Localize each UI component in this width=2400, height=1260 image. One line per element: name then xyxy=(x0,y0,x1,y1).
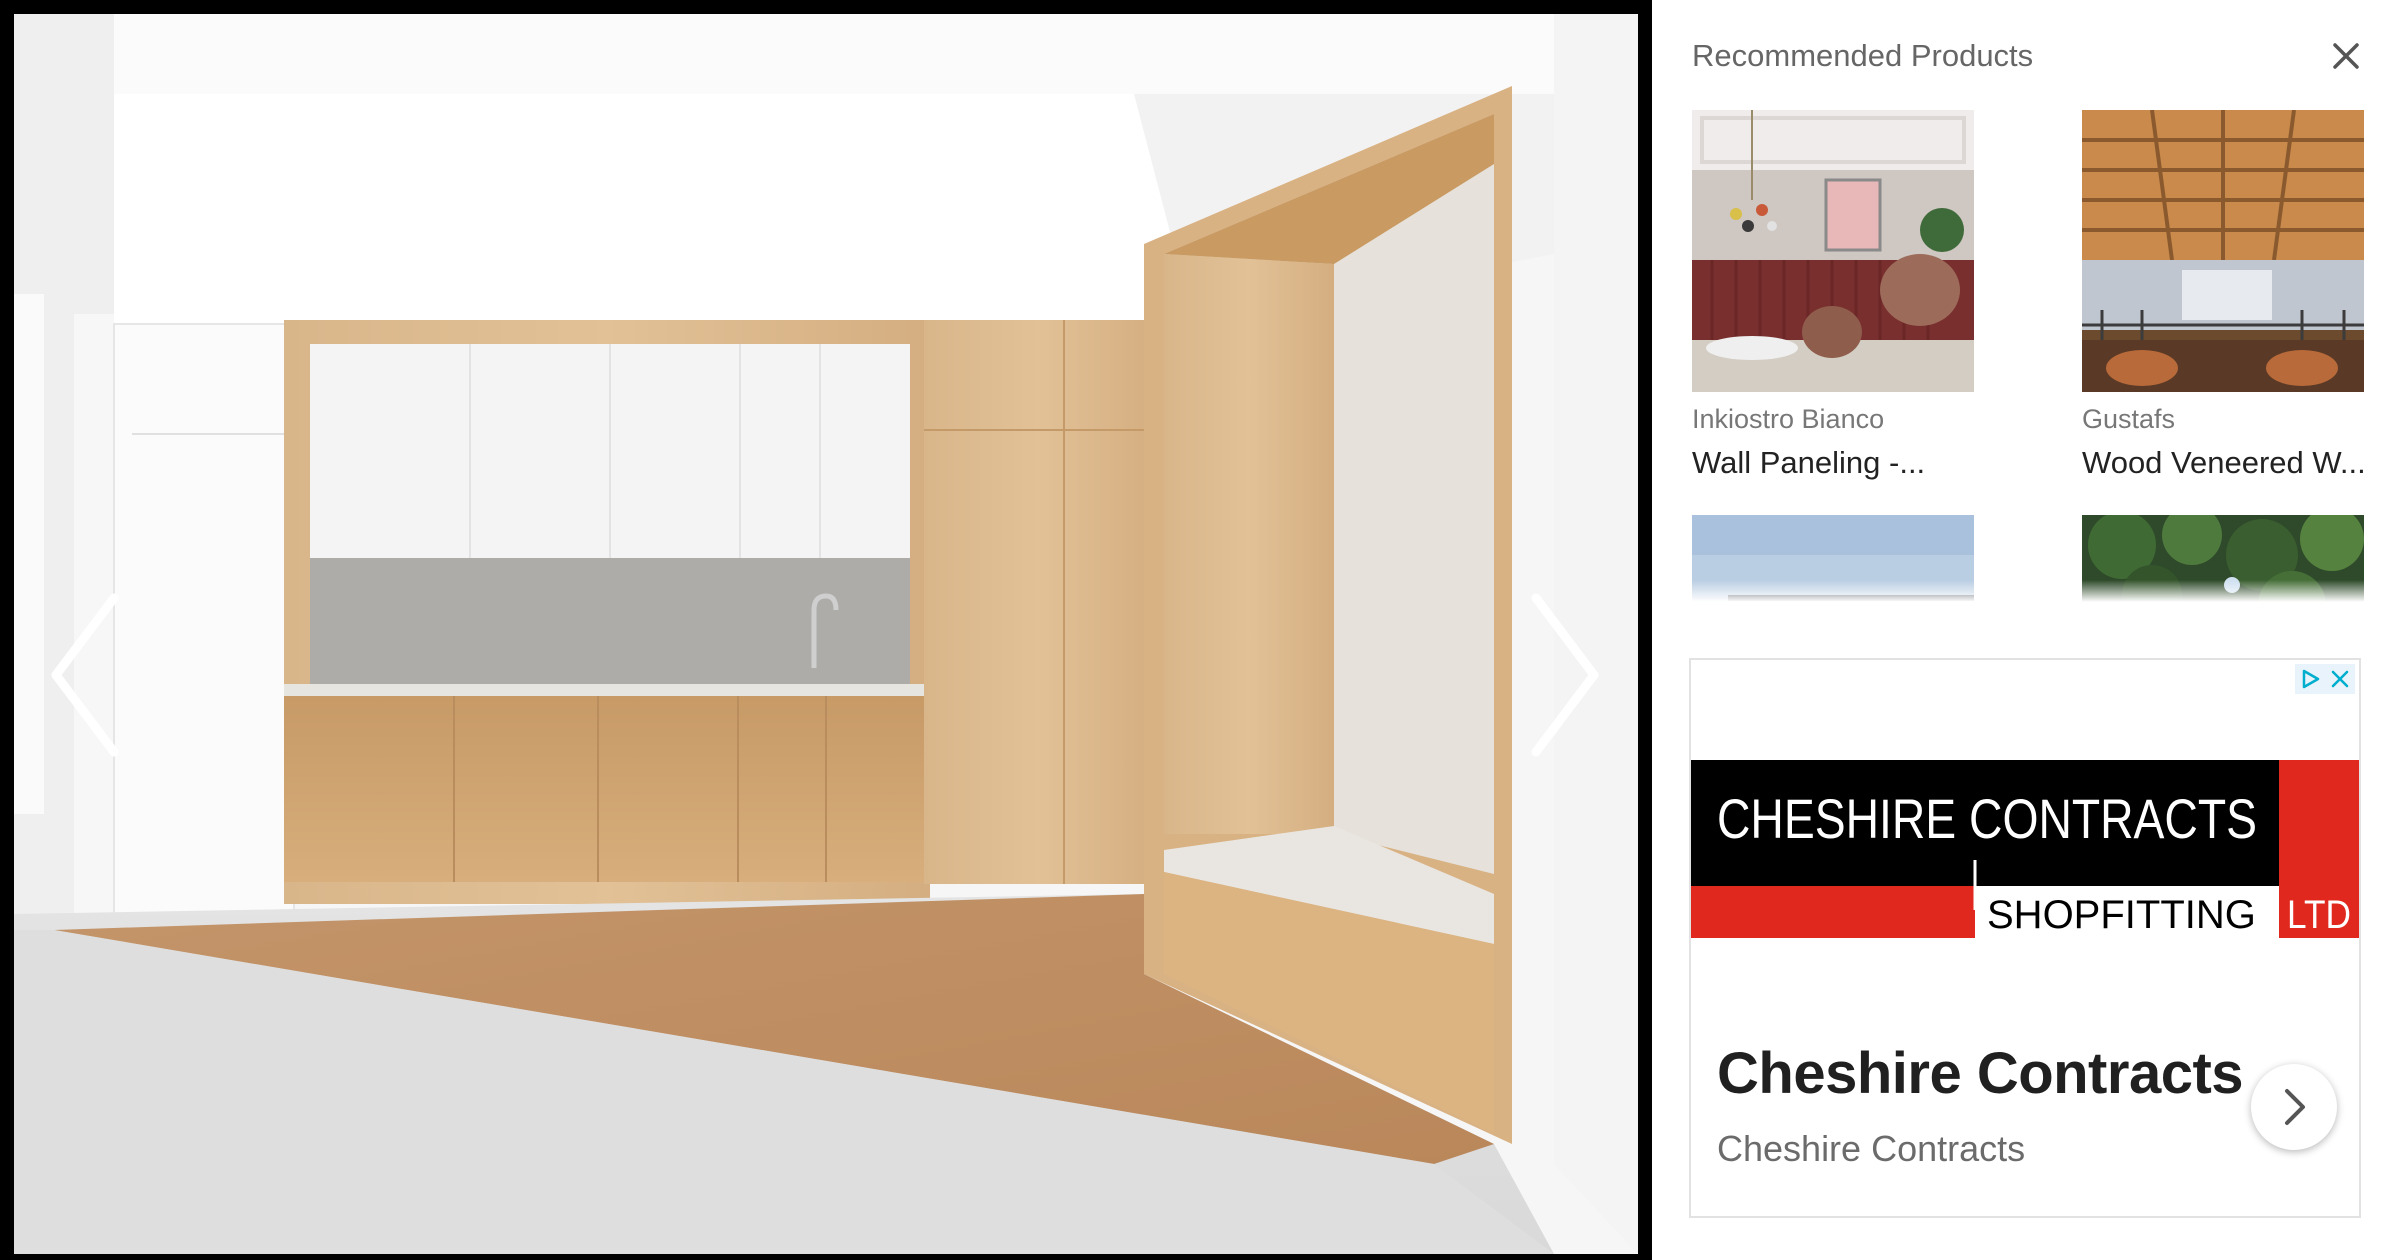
chevron-right-icon xyxy=(1531,593,1599,757)
product-thumbnail xyxy=(1692,110,1974,392)
adchoices-icon xyxy=(2295,664,2355,694)
ad-advertiser: Cheshire Contracts xyxy=(1717,1128,2026,1169)
recommended-products-list[interactable]: Inkiostro Bianco Wall Paneling -... Gust… xyxy=(1692,110,2372,602)
ad-choices-button[interactable] xyxy=(2295,664,2355,694)
banner-red-stripe xyxy=(1691,886,1975,938)
ad-headline[interactable]: Cheshire Contracts xyxy=(1717,1040,2244,1107)
kitchen-interior-photo xyxy=(14,14,1638,1254)
chevron-left-icon xyxy=(51,593,119,757)
banner-line2: SHOPFITTING xyxy=(1987,893,2256,937)
close-icon xyxy=(2333,43,2359,69)
product-brand: Inkiostro Bianco xyxy=(1692,404,1885,434)
banner-line2-suffix: LTD xyxy=(2287,893,2351,937)
advertisement-card[interactable]: CHESHIRE CONTRACTS SHOPFITTING LTD Chesh… xyxy=(1689,658,2361,1218)
close-button[interactable] xyxy=(2324,34,2368,78)
ad-open-button[interactable] xyxy=(2251,1064,2337,1150)
image-gallery xyxy=(0,0,1652,1260)
banner-line1: CHESHIRE CONTRACTS xyxy=(1717,787,2257,850)
recommended-header: Recommended Products xyxy=(1692,34,2372,78)
ad-banner-image[interactable]: CHESHIRE CONTRACTS SHOPFITTING LTD xyxy=(1691,760,2359,938)
product-card[interactable]: Gustafs Wood Veneered W... xyxy=(2082,110,2366,481)
next-image-button[interactable] xyxy=(1520,590,1610,760)
previous-image-button[interactable] xyxy=(40,590,130,760)
product-thumbnail xyxy=(2082,110,2364,392)
chevron-right-icon xyxy=(2285,1089,2305,1125)
sidebar: Recommended Products Inkiostro Bianco Wa… xyxy=(1652,0,2400,1260)
list-fade-overlay xyxy=(1652,580,2400,602)
product-name: Wood Veneered W... xyxy=(2082,445,2366,480)
product-brand: Gustafs xyxy=(2082,404,2176,434)
product-name: Wall Paneling -... xyxy=(1692,445,1926,480)
recommended-title: Recommended Products xyxy=(1692,38,2034,73)
product-card[interactable]: Inkiostro Bianco Wall Paneling -... xyxy=(1692,110,1974,481)
